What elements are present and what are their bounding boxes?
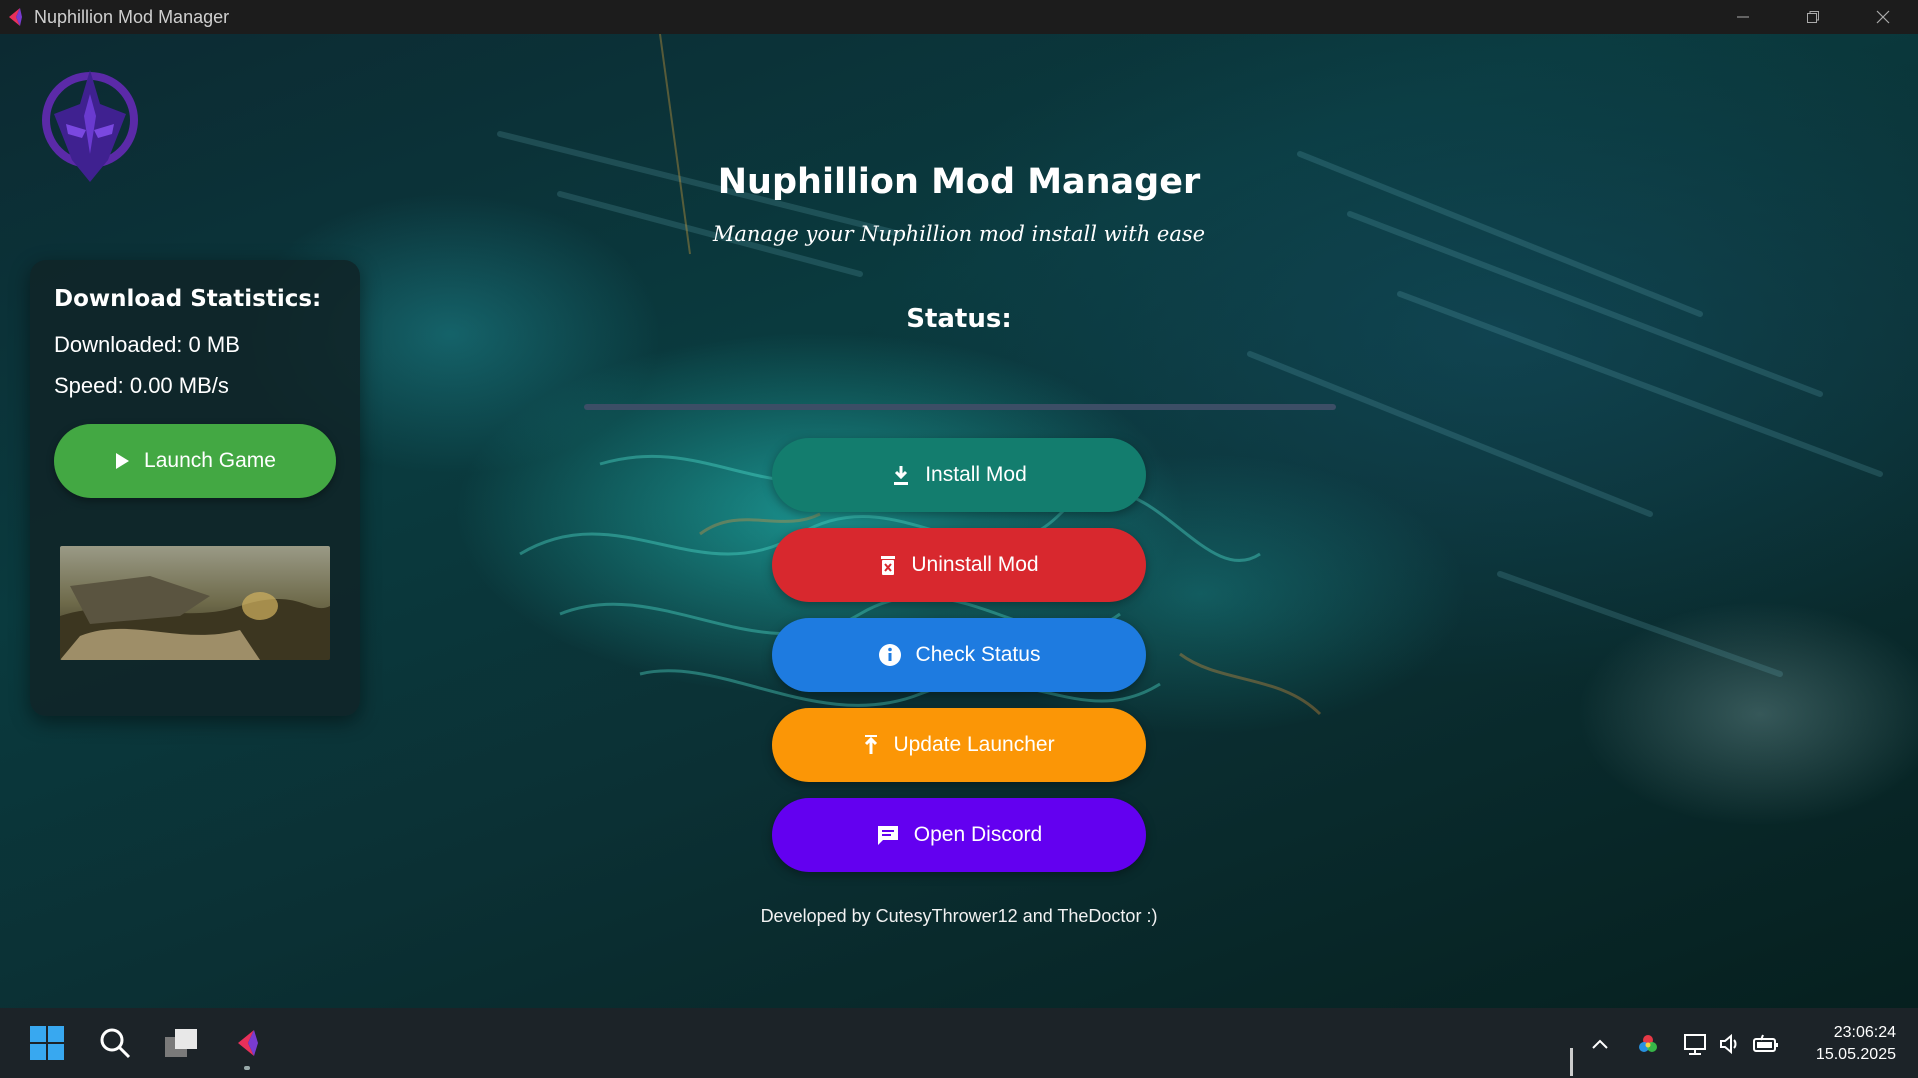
window-controls	[1708, 0, 1918, 34]
taskbar-app-mod-manager[interactable]	[226, 1022, 268, 1064]
volume-tray-button[interactable]	[1716, 1030, 1744, 1058]
start-button[interactable]	[26, 1022, 68, 1064]
window-title: Nuphillion Mod Manager	[34, 6, 230, 27]
minimize-icon	[1737, 16, 1749, 18]
battery-icon	[1753, 1034, 1778, 1052]
launch-game-label: Launch Game	[144, 449, 276, 472]
download-speed: Speed: 0.00 MB/s	[54, 373, 229, 398]
color-app-tray-button[interactable]	[1634, 1030, 1662, 1058]
install-mod-button[interactable]: Install Mod	[772, 438, 1146, 512]
clock-date: 15.05.2025	[1815, 1046, 1896, 1063]
maximize-button[interactable]	[1778, 0, 1848, 34]
page-title: Nuphillion Mod Manager	[717, 162, 1201, 202]
check-status-button[interactable]: Check Status	[772, 618, 1146, 692]
windows-icon	[30, 1026, 64, 1060]
open-discord-label: Open Discord	[913, 823, 1043, 846]
play-icon	[116, 453, 130, 469]
developer-credits: Developed by CutesyThrower12 and TheDoct…	[760, 906, 1158, 926]
chevron-up-icon	[1592, 1039, 1608, 1049]
task-view-button[interactable]	[160, 1022, 202, 1064]
app-icon	[238, 1030, 258, 1056]
uninstall-mod-button[interactable]: Uninstall Mod	[772, 528, 1146, 602]
check-status-label: Check Status	[915, 643, 1041, 666]
show-hidden-icons-button[interactable]	[1586, 1030, 1614, 1058]
taskbar-divider	[1570, 1048, 1573, 1076]
upload-icon	[865, 735, 878, 754]
volume-icon	[1720, 1033, 1737, 1055]
close-window-button[interactable]	[1848, 0, 1918, 34]
minimize-button[interactable]	[1708, 0, 1778, 34]
clock-time: 23:06:24	[1833, 1024, 1896, 1041]
battery-tray-button[interactable]	[1752, 1030, 1780, 1058]
chat-icon	[877, 826, 898, 845]
install-mod-label: Install Mod	[925, 463, 1027, 486]
trash-icon	[881, 556, 896, 575]
color-wheel-icon	[1639, 1035, 1657, 1052]
search-icon	[100, 1028, 131, 1059]
network-tray-button[interactable]	[1682, 1030, 1710, 1058]
system-clock[interactable]: 23:06:24 15.05.2025	[1816, 1022, 1896, 1066]
uninstall-mod-label: Uninstall Mod	[911, 553, 1039, 576]
downloaded-amount: Downloaded: 0 MB	[54, 332, 240, 357]
status-label: Status:	[906, 304, 1012, 334]
progress-bar	[584, 404, 1336, 410]
page-subtitle: Manage your Nuphillion mod install with …	[712, 222, 1206, 246]
title-bar: Nuphillion Mod Manager	[0, 0, 1918, 34]
search-button[interactable]	[94, 1022, 136, 1064]
restore-icon	[1807, 11, 1819, 23]
task-view-icon	[165, 1029, 197, 1057]
taskbar: 23:06:24 15.05.2025	[0, 1008, 1918, 1078]
update-launcher-button[interactable]: Update Launcher	[772, 708, 1146, 782]
info-icon	[878, 644, 901, 666]
update-launcher-label: Update Launcher	[893, 733, 1055, 756]
launch-game-button[interactable]: Launch Game	[54, 424, 336, 498]
game-thumbnail	[60, 546, 330, 660]
network-icon	[1684, 1034, 1706, 1055]
active-app-indicator	[244, 1066, 250, 1070]
download-icon	[894, 466, 909, 485]
open-discord-button[interactable]: Open Discord	[772, 798, 1146, 872]
close-icon	[1876, 10, 1890, 24]
main-area: Download Statistics: Downloaded: 0 MB Sp…	[0, 34, 1918, 1008]
app-icon	[6, 7, 26, 27]
